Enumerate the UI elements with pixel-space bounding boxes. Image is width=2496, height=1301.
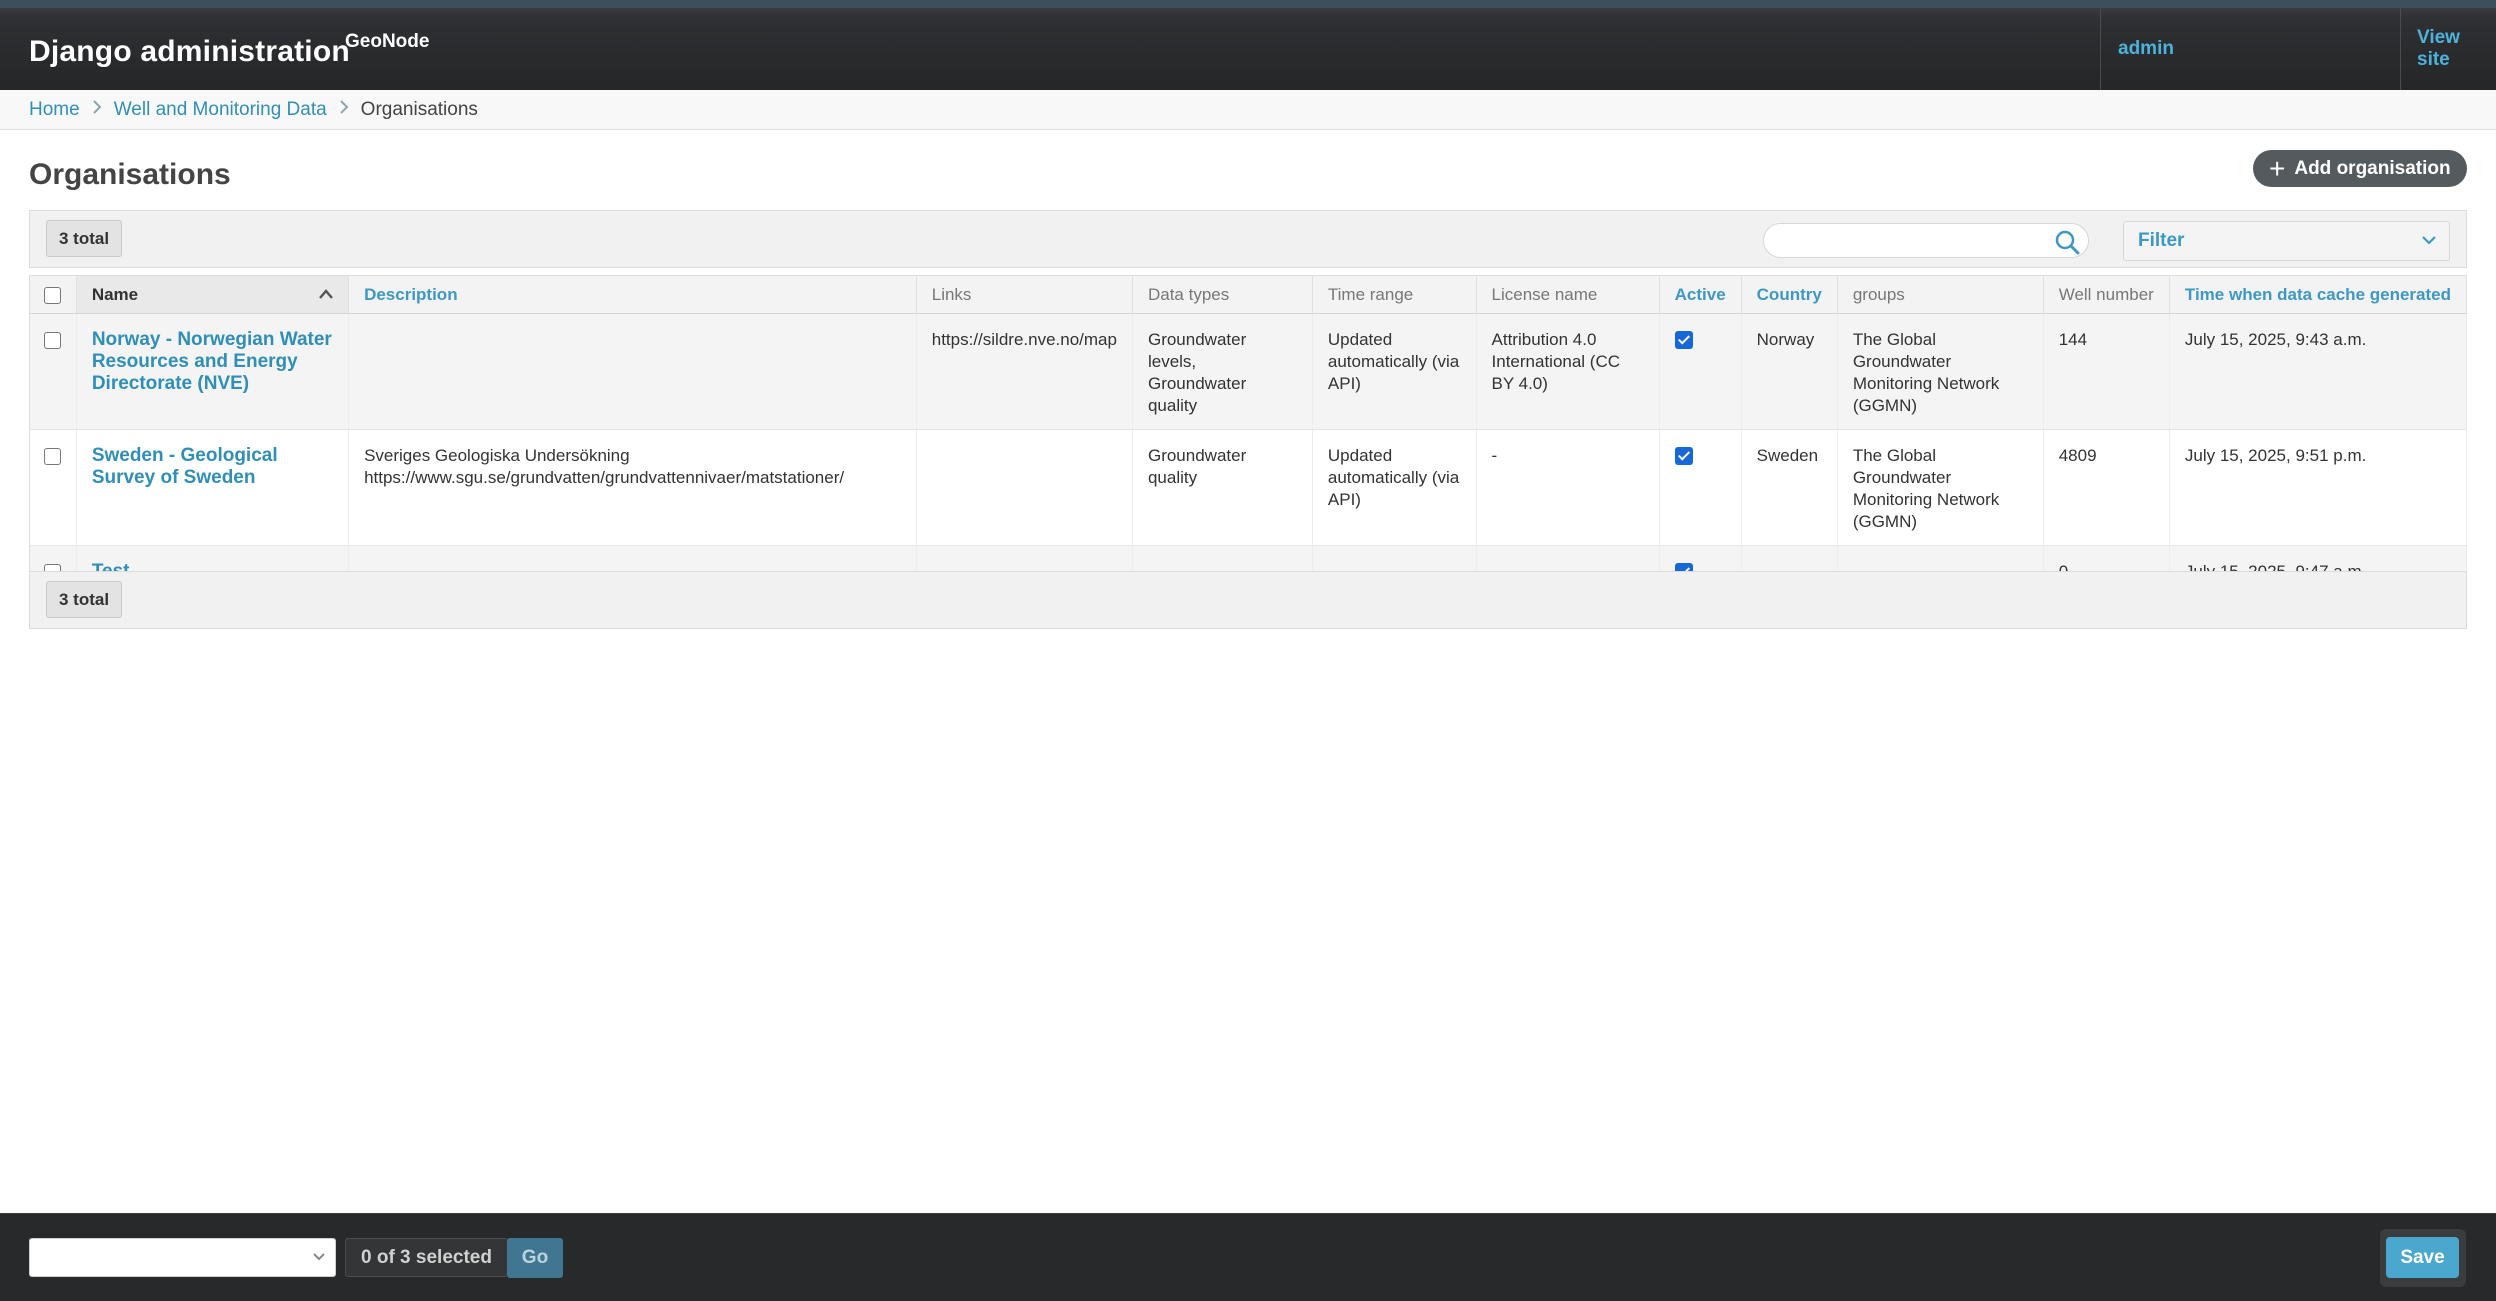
save-button-wrapper: Save <box>2380 1229 2466 1287</box>
page-title: Organisations <box>29 158 231 191</box>
groups-cell: The Global Groundwater Monitoring Networ… <box>1837 429 2044 546</box>
chevron-down-icon <box>313 1253 325 1261</box>
view-site-link[interactable]: View site <box>2400 8 2496 90</box>
description-cell <box>348 313 917 430</box>
search-icon[interactable] <box>2054 229 2080 255</box>
selected-count: 0 of 3 selected <box>345 1238 508 1277</box>
branding: Django administration GeoNode <box>29 31 429 69</box>
organisation-link[interactable]: Sweden - Geological Survey of Sweden <box>92 445 278 488</box>
total-count-badge[interactable]: 3 total <box>46 220 123 257</box>
row-checkbox[interactable] <box>44 332 62 350</box>
column-header-license-name: License name <box>1476 275 1660 314</box>
changelist-toolbar: 3 total Filter <box>29 210 2467 268</box>
add-organisation-button[interactable]: + Add organisation <box>2253 150 2467 187</box>
add-organisation-label: Add organisation <box>2294 157 2451 179</box>
sort-ascending-icon[interactable] <box>318 288 334 300</box>
license-name-cell: - <box>1476 429 1660 546</box>
column-header-well-number: Well number <box>2043 275 2170 314</box>
name-cell: Sweden - Geological Survey of Sweden <box>76 429 350 546</box>
groups-cell: The Global Groundwater Monitoring Networ… <box>1837 313 2044 430</box>
column-header-data-types: Data types <box>1132 275 1313 314</box>
well-number-cell: 144 <box>2043 313 2170 430</box>
column-header-time-range: Time range <box>1312 275 1477 314</box>
cache-time-cell: July 15, 2025, 9:51 p.m. <box>2169 429 2468 546</box>
select-all-checkbox[interactable] <box>44 286 62 304</box>
links-cell: https://sildre.nve.no/map <box>916 313 1133 430</box>
active-cell <box>1659 313 1742 430</box>
total-count-badge[interactable]: 3 total <box>46 581 123 618</box>
organisation-link[interactable]: Norway - Norwegian Water Resources and E… <box>92 329 332 394</box>
breadcrumb-current: Organisations <box>360 98 478 120</box>
row-select-cell <box>29 429 77 546</box>
header: Django administration GeoNode admin View… <box>0 0 2496 90</box>
column-header-country[interactable]: Country <box>1741 275 1838 314</box>
active-checkbox[interactable] <box>1674 447 1693 465</box>
data-types-cell: Groundwater levels, Groundwater quality <box>1132 313 1313 430</box>
column-header-cache-time[interactable]: Time when data cache generated <box>2169 275 2468 314</box>
time-range-cell: Updated automatically (via API) <box>1312 313 1477 430</box>
user-link-admin[interactable]: admin <box>2100 8 2400 90</box>
breadcrumb-home[interactable]: Home <box>29 99 80 121</box>
cache-time-cell: July 15, 2025, 9:43 a.m. <box>2169 313 2468 430</box>
action-select[interactable] <box>29 1238 336 1277</box>
data-types-cell: Groundwater quality <box>1132 429 1313 546</box>
well-number-cell: 4809 <box>2043 429 2170 546</box>
filter-label: Filter <box>2138 230 2185 251</box>
description-cell: Sveriges Geologiska Undersökning https:/… <box>348 429 917 546</box>
search-input[interactable] <box>1763 223 2089 258</box>
select-all-header <box>29 275 77 314</box>
column-header-name[interactable]: Name <box>76 275 350 314</box>
go-button[interactable]: Go <box>507 1238 563 1278</box>
plus-icon: + <box>2269 152 2286 184</box>
chevron-right-icon <box>92 100 102 119</box>
table-row: Norway - Norwegian Water Resources and E… <box>29 313 2468 430</box>
filter-dropdown[interactable]: Filter <box>2123 221 2450 261</box>
column-header-links: Links <box>916 275 1133 314</box>
country-cell: Sweden <box>1741 429 1838 546</box>
active-checkbox[interactable] <box>1674 331 1693 349</box>
site-superscript: GeoNode <box>345 31 430 52</box>
column-header-active[interactable]: Active <box>1659 275 1742 314</box>
country-cell: Norway <box>1741 313 1838 430</box>
chevron-down-icon <box>2422 236 2436 245</box>
user-tools: admin View site <box>2100 8 2496 90</box>
actions-footer: 0 of 3 selected Go Save <box>0 1213 2496 1301</box>
table-row: Sweden - Geological Survey of Sweden Sve… <box>29 429 2468 546</box>
site-title[interactable]: Django administration <box>29 35 350 68</box>
row-checkbox[interactable] <box>44 448 62 466</box>
column-header-description[interactable]: Description <box>348 275 917 314</box>
pagination-bar: 3 total <box>29 571 2467 629</box>
breadcrumb: Home Well and Monitoring Data Organisati… <box>0 90 2496 130</box>
license-name-cell: Attribution 4.0 International (CC BY 4.0… <box>1476 313 1660 430</box>
active-cell <box>1659 429 1742 546</box>
links-cell <box>916 429 1133 546</box>
time-range-cell: Updated automatically (via API) <box>1312 429 1477 546</box>
column-header-groups: groups <box>1837 275 2044 314</box>
column-name-label: Name <box>91 284 139 304</box>
results-table: Name Description Links Data types Time r… <box>29 275 2468 596</box>
chevron-right-icon <box>339 100 349 119</box>
name-cell: Norway - Norwegian Water Resources and E… <box>76 313 350 430</box>
save-button[interactable]: Save <box>2386 1237 2459 1278</box>
row-select-cell <box>29 313 77 430</box>
table-header-row: Name Description Links Data types Time r… <box>29 275 2468 314</box>
breadcrumb-section[interactable]: Well and Monitoring Data <box>114 99 327 121</box>
